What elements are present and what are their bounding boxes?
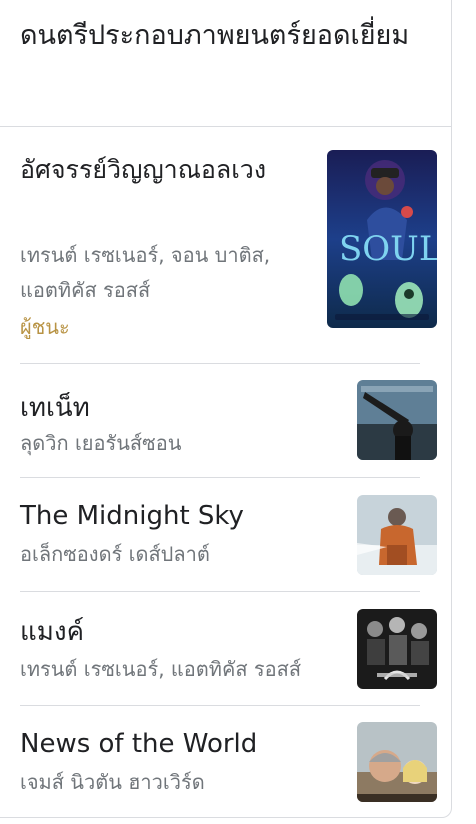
header-divider <box>0 126 451 127</box>
nominee-credits: อเล็กซองดร์ เดส์ปลาต์ <box>20 542 210 566</box>
winner-title[interactable]: อัศจรรย์วิญญาณอลเวง <box>20 148 310 192</box>
nominee-title[interactable]: News of the World <box>20 724 340 764</box>
mank-poster[interactable] <box>357 609 437 689</box>
awards-card: ดนตรีประกอบภาพยนตร์ยอดเยี่ยม อัศจรรย์วิญ… <box>0 0 452 818</box>
category-title: ดนตรีประกอบภาพยนตร์ยอดเยี่ยม <box>20 20 410 51</box>
nominee-credits: ลุดวิก เยอรันส์ซอน <box>20 431 182 455</box>
nominee-credits: เจมส์ นิวตัน ฮาวเวิร์ด <box>20 770 205 794</box>
winner-badge: ผู้ชนะ <box>20 315 70 339</box>
tenet-poster[interactable] <box>357 380 437 460</box>
nominee-credits: เทรนต์ เรซเนอร์, แอตทิคัส รอสส์ <box>20 657 302 681</box>
soul-poster[interactable]: SOUL <box>327 150 437 328</box>
svg-text:SOUL: SOUL <box>339 229 437 269</box>
row-divider <box>20 705 420 706</box>
nominee-title[interactable]: The Midnight Sky <box>20 496 340 536</box>
winner-credits: เทรนต์ เรซเนอร์, จอน บาติส, แอตทิคัส รอส… <box>20 243 271 302</box>
nominee-title[interactable]: แมงค์ <box>20 612 340 652</box>
row-divider <box>20 363 420 364</box>
row-divider <box>20 591 420 592</box>
midnight-sky-poster[interactable] <box>357 495 437 575</box>
nominee-title[interactable]: เทเน็ท <box>20 388 340 428</box>
row-divider <box>20 477 420 478</box>
news-of-the-world-poster[interactable] <box>357 722 437 802</box>
